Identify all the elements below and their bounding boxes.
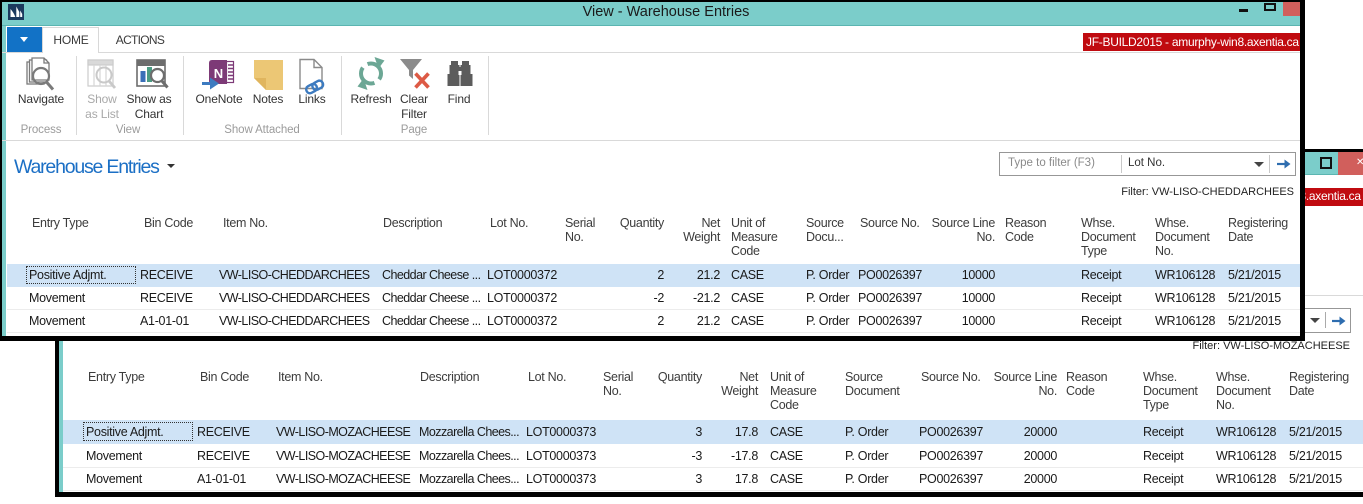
svg-text:N: N — [214, 66, 223, 81]
